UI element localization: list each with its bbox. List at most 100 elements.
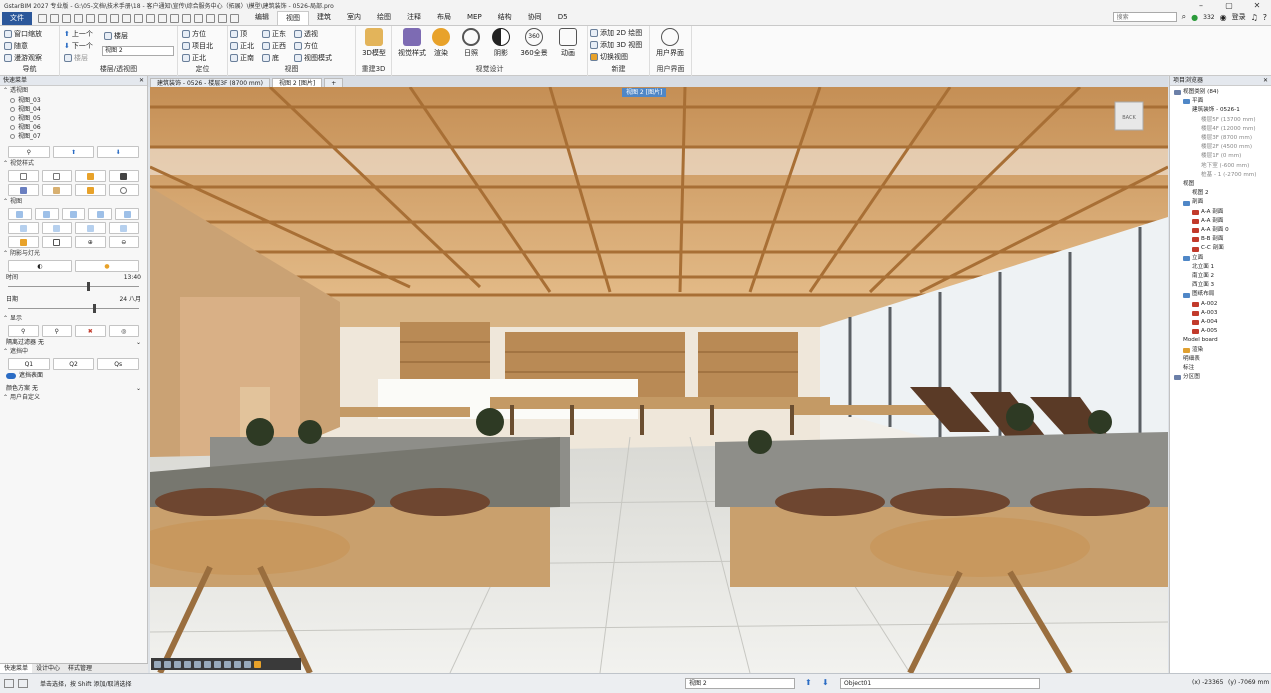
date-slider-thumb[interactable]: [93, 304, 97, 313]
color-icon[interactable]: [8, 184, 39, 196]
open-icon[interactable]: [50, 13, 59, 23]
radio-icon[interactable]: [10, 125, 15, 130]
right-view-icon[interactable]: [88, 208, 113, 220]
tab-2[interactable]: 建筑: [309, 11, 339, 25]
cube-view-icon[interactable]: [174, 660, 181, 668]
shadow-light-section[interactable]: 阴影与灯光: [0, 249, 147, 259]
tab-1[interactable]: 视图: [277, 11, 309, 25]
shade-icon[interactable]: [244, 660, 251, 668]
date-slider[interactable]: [8, 304, 139, 314]
tree-item[interactable]: 剖面: [1170, 198, 1271, 207]
view-list-item[interactable]: 视图_04: [0, 105, 147, 114]
hidden-line-icon[interactable]: [41, 170, 72, 182]
status-object-field[interactable]: Object01: [840, 678, 1040, 689]
front-view-icon[interactable]: [8, 208, 32, 220]
visual-style-section[interactable]: 视觉样式: [0, 159, 147, 169]
perspective-section[interactable]: 透视图: [0, 86, 147, 96]
zoom-extents-icon[interactable]: [41, 236, 72, 248]
doc-tab-add[interactable]: +: [324, 78, 344, 87]
tab-0[interactable]: 编辑: [247, 11, 277, 25]
free-orbit-button[interactable]: 随意: [4, 41, 28, 51]
view-list-item[interactable]: 视图_05: [0, 114, 147, 123]
user-defined-section[interactable]: 用户自定义: [0, 393, 147, 403]
tree-item[interactable]: 楼层2F (4500 mm): [1170, 143, 1271, 152]
show-icon[interactable]: ◎: [108, 325, 139, 337]
shadow-button[interactable]: 阴影: [486, 28, 516, 58]
tree-item[interactable]: 楼层3F (8700 mm): [1170, 134, 1271, 143]
radio-icon[interactable]: [10, 98, 15, 103]
measure-icon[interactable]: [218, 13, 227, 23]
qs-button[interactable]: Qs: [97, 358, 140, 370]
tab-9[interactable]: 协同: [520, 11, 550, 25]
display-section[interactable]: 显示: [0, 314, 147, 324]
texture-icon[interactable]: [41, 184, 72, 196]
down-icon[interactable]: [194, 660, 201, 668]
visual-style-button[interactable]: 视觉样式: [394, 28, 430, 58]
tab-3[interactable]: 室内: [339, 11, 369, 25]
realistic-icon[interactable]: [75, 184, 106, 196]
iso-ne-icon[interactable]: [75, 222, 106, 234]
tree-item[interactable]: A-A 剖面: [1170, 217, 1271, 226]
hide-icon[interactable]: ⚲: [41, 325, 72, 337]
render-button[interactable]: 渲染: [426, 28, 456, 58]
view-list-item[interactable]: 视图_03: [0, 96, 147, 105]
time-slider[interactable]: [8, 282, 139, 292]
close-button[interactable]: ✕: [1243, 0, 1271, 11]
top-view-button[interactable]: 顶: [230, 29, 247, 39]
iso-nw-icon[interactable]: [108, 222, 139, 234]
tab-5[interactable]: 注释: [399, 11, 429, 25]
east-view-button[interactable]: 正东: [262, 29, 286, 39]
grid-icon[interactable]: [214, 660, 221, 668]
model-icon[interactable]: [18, 679, 28, 688]
shaded-icon[interactable]: [75, 170, 106, 182]
south-view-button[interactable]: 正南: [230, 53, 254, 63]
tree-item[interactable]: A-005: [1170, 327, 1271, 336]
print-icon[interactable]: [74, 13, 83, 23]
tree-item[interactable]: 建筑装饰 - 0526-1: [1170, 106, 1271, 115]
tree-item[interactable]: 楼层1F (0 mm): [1170, 152, 1271, 161]
beam-icon[interactable]: [206, 13, 215, 23]
tree-item[interactable]: 分区图: [1170, 373, 1271, 382]
iso-se-icon[interactable]: [41, 222, 72, 234]
column-icon[interactable]: [194, 13, 203, 23]
tree-item[interactable]: A-003: [1170, 309, 1271, 318]
tree-item[interactable]: 明细表: [1170, 355, 1271, 364]
doc-tab-floor[interactable]: 建筑装饰 - 0526 - 楼层3F (8700 mm): [150, 78, 270, 87]
3d-model-button[interactable]: 3D模型: [356, 28, 392, 58]
box-icon[interactable]: [164, 660, 171, 668]
q1-button[interactable]: Q1: [8, 358, 50, 370]
login-link[interactable]: 登录: [1232, 12, 1246, 22]
save-icon[interactable]: [62, 13, 71, 23]
maximize-button[interactable]: ▢: [1215, 0, 1243, 11]
tree-item[interactable]: A-A 剖面 0: [1170, 226, 1271, 235]
tree-item[interactable]: B-B 剖面: [1170, 235, 1271, 244]
zoom-window-icon[interactable]: [8, 236, 39, 248]
tree-item[interactable]: 西立面 3: [1170, 281, 1271, 290]
tree-item[interactable]: 视图 2: [1170, 189, 1271, 198]
perspective-button[interactable]: 透视: [294, 29, 318, 39]
tree-item[interactable]: 地下室 (-600 mm): [1170, 162, 1271, 171]
tree-item[interactable]: 桩基 - 1 (-2700 mm): [1170, 171, 1271, 180]
help-view-icon[interactable]: [234, 660, 241, 668]
zoom-out-icon[interactable]: ⊖: [108, 236, 139, 248]
view-list-item[interactable]: 视图_06: [0, 123, 147, 132]
radio-icon[interactable]: [10, 116, 15, 121]
close-panel-icon[interactable]: ✕: [1263, 76, 1268, 86]
walk-button[interactable]: 漫游观察: [4, 53, 42, 63]
status-down-icon[interactable]: ⬇: [822, 678, 829, 687]
next-floor-button[interactable]: ⬇ 下一个: [64, 41, 93, 51]
animation-button[interactable]: 动画: [552, 28, 584, 58]
wall-icon[interactable]: [182, 13, 191, 23]
new-icon[interactable]: [38, 13, 47, 23]
tree-item[interactable]: 南立面 2: [1170, 272, 1271, 281]
tree-item[interactable]: Model board: [1170, 336, 1271, 345]
filter-row[interactable]: 隔离过滤器 无 ⌄: [0, 338, 147, 347]
status-up-icon[interactable]: ⬆: [805, 678, 812, 687]
tree-item[interactable]: 渲染: [1170, 346, 1271, 355]
undo-icon[interactable]: [86, 13, 95, 23]
tree-item[interactable]: C-C 剖面: [1170, 244, 1271, 253]
sunlight-button[interactable]: 日照: [456, 28, 486, 58]
tree-item[interactable]: 视图类别 (84): [1170, 88, 1271, 97]
highlight-section[interactable]: 遮挡中: [0, 347, 147, 357]
project-north-button[interactable]: 项目北: [182, 41, 213, 51]
